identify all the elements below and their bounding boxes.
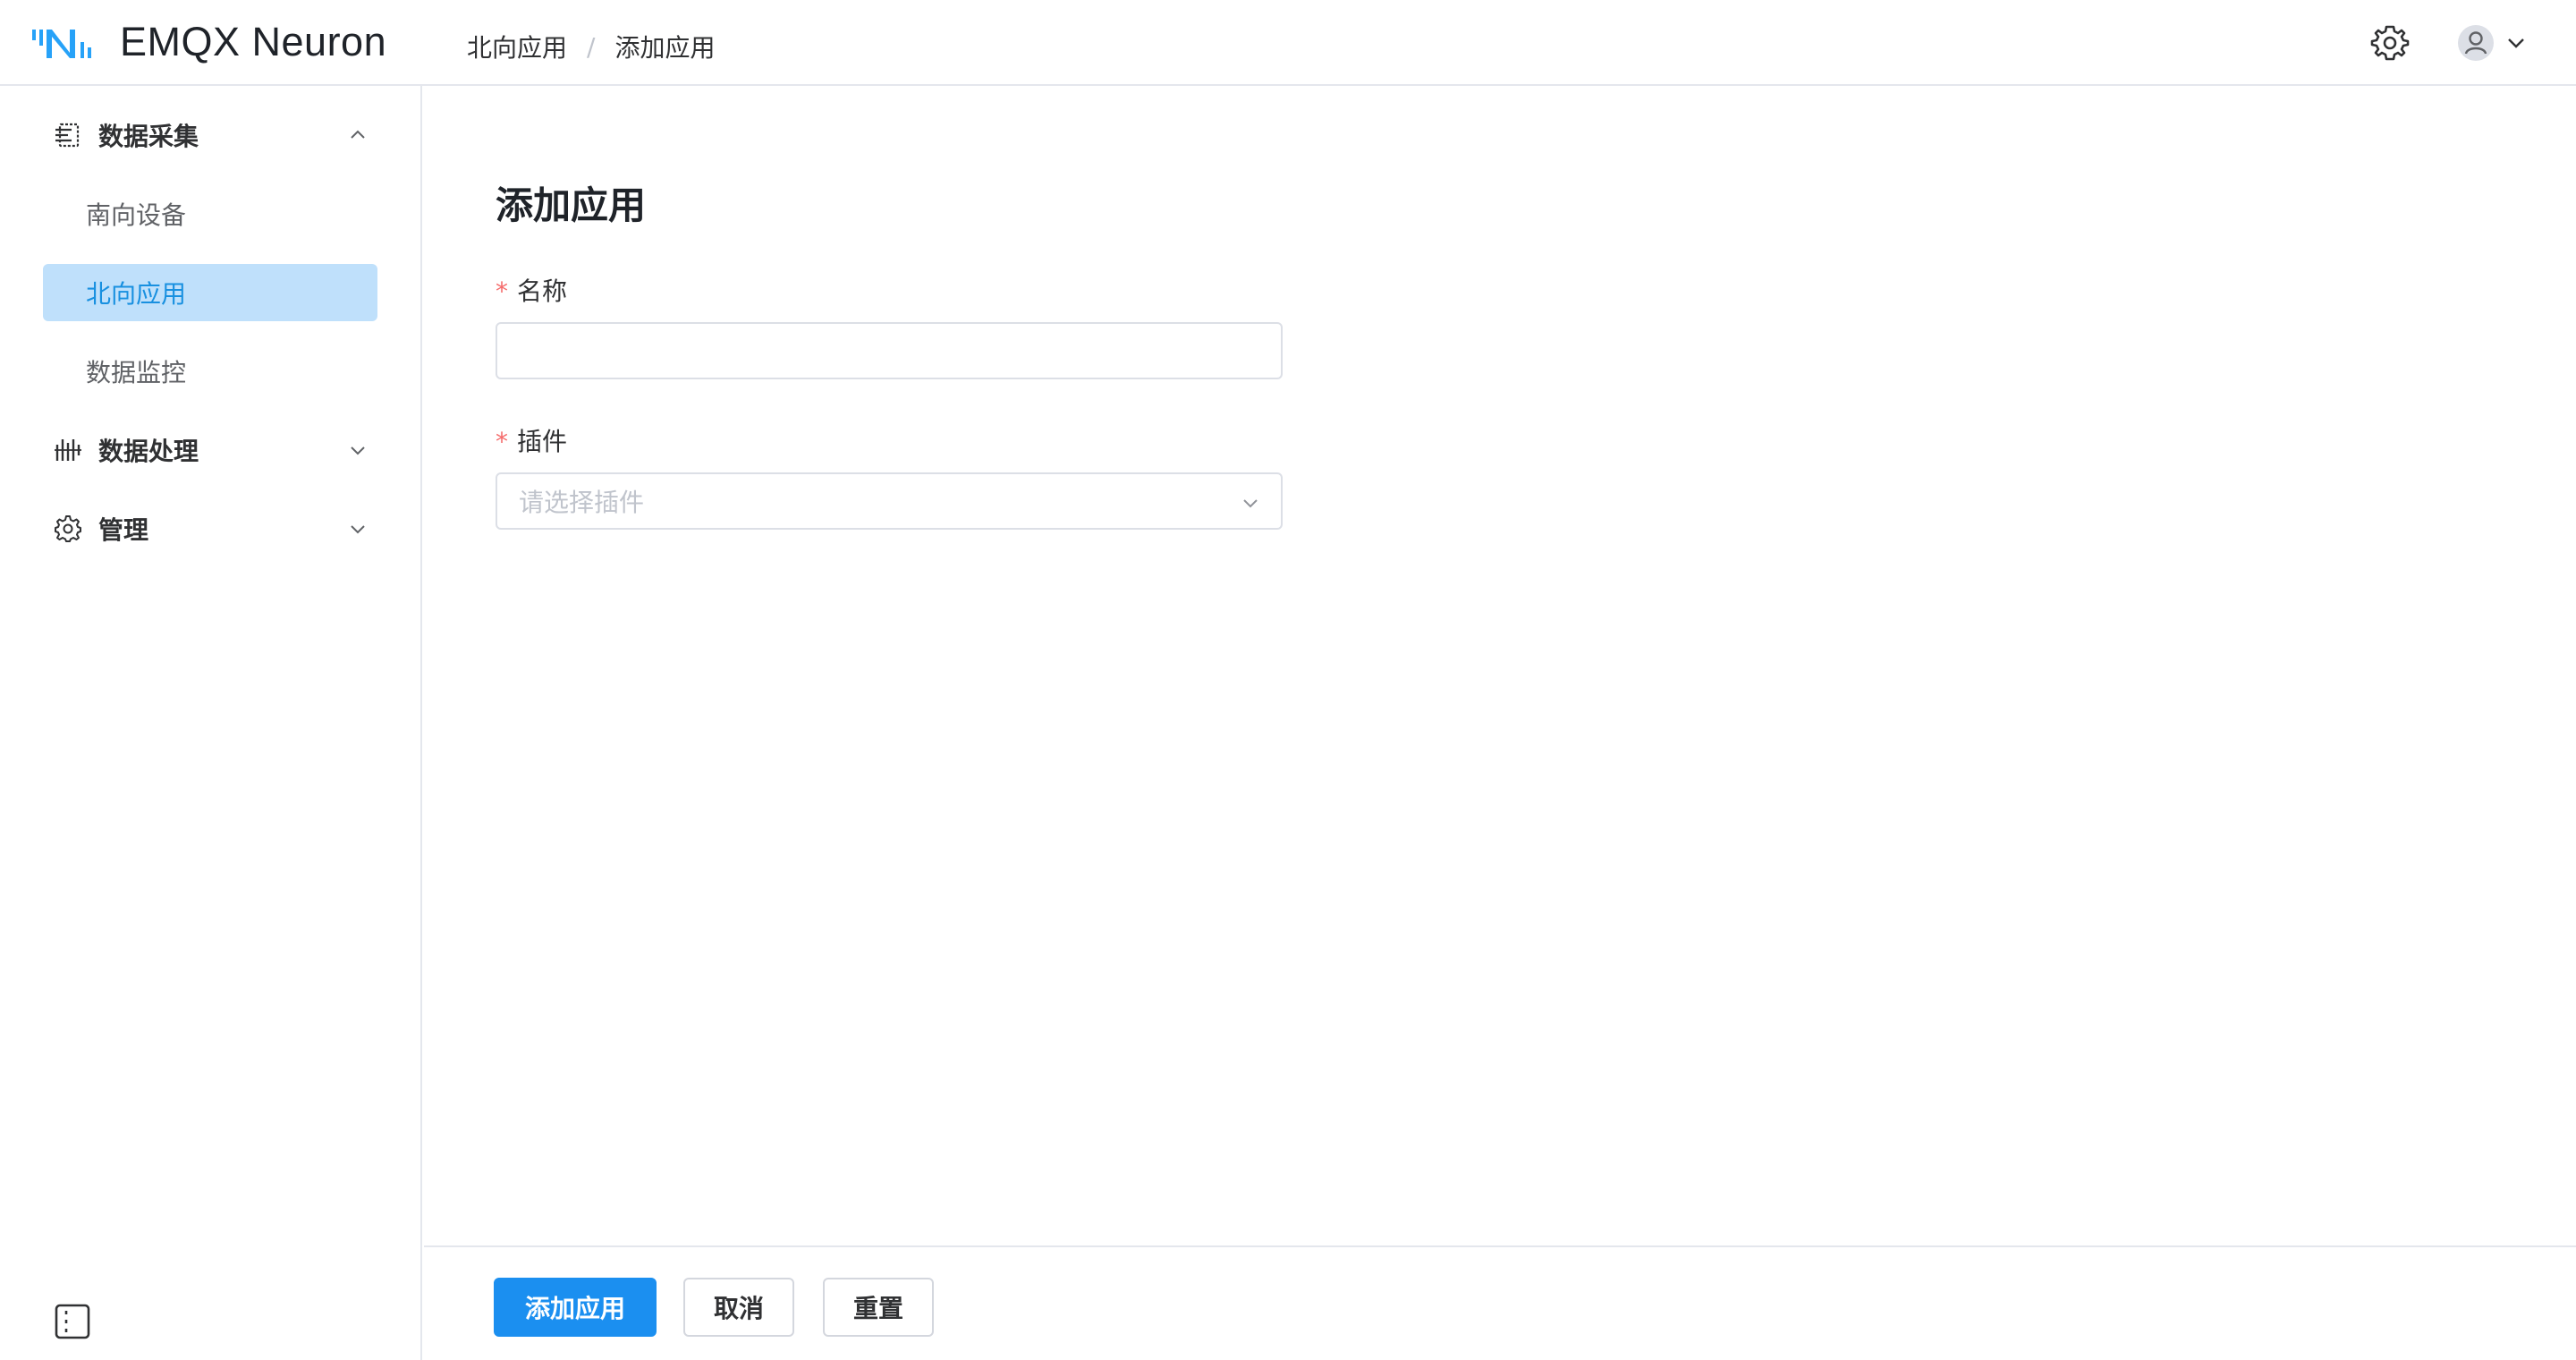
data-collection-icon — [55, 123, 80, 148]
gear-icon[interactable] — [2370, 23, 2410, 63]
form-footer: 添加应用 取消 重置 — [424, 1245, 2576, 1360]
sidebar-item-data-monitoring[interactable]: 数据监控 — [43, 343, 377, 400]
plugin-field-label: * 插件 — [496, 422, 567, 458]
sidebar-group-data-processing[interactable]: 数据处理 — [43, 421, 379, 479]
breadcrumb-separator: / — [587, 31, 596, 62]
data-processing-icon — [55, 439, 81, 461]
reset-button[interactable]: 重置 — [823, 1278, 934, 1337]
sidebar-group-label: 数据采集 — [98, 122, 199, 151]
name-field-label: * 名称 — [496, 272, 567, 308]
sidebar-item-label: 北向应用 — [86, 279, 187, 309]
sidebar-item-label: 数据监控 — [86, 358, 187, 387]
sidebar-group-label: 数据处理 — [98, 437, 199, 466]
breadcrumb-current: 添加应用 — [614, 33, 716, 63]
top-header: EMQX Neuron 北向应用 / 添加应用 — [0, 0, 2576, 86]
name-input[interactable] — [497, 324, 1281, 378]
sidebar-group-data-collection[interactable]: 数据采集 — [43, 106, 379, 164]
sidebar-collapse-icon[interactable] — [54, 1303, 91, 1340]
gear-icon — [55, 515, 81, 542]
sidebar-item-label: 南向设备 — [86, 200, 187, 230]
sidebar: 数据采集 南向设备 北向应用 数据监控 数据处理 管理 — [0, 86, 422, 1360]
cancel-button[interactable]: 取消 — [683, 1278, 794, 1337]
plugin-select[interactable]: 请选择插件 — [496, 472, 1283, 530]
sidebar-group-management[interactable]: 管理 — [43, 500, 379, 557]
sidebar-item-northbound-apps[interactable]: 北向应用 — [43, 264, 377, 321]
app-title: EMQX Neuron — [120, 19, 387, 64]
chevron-up-icon — [351, 130, 365, 139]
main-content: 添加应用 * 名称 * 插件 请选择插件 — [424, 86, 2576, 1360]
page-title: 添加应用 — [496, 183, 647, 227]
chevron-down-icon — [2508, 38, 2524, 48]
chevron-down-icon — [351, 525, 365, 534]
name-input-wrapper — [496, 322, 1283, 379]
app-logo[interactable]: EMQX Neuron — [30, 19, 387, 64]
chevron-down-icon — [1243, 499, 1258, 508]
neuron-logo-icon — [32, 30, 91, 58]
user-avatar-icon — [2458, 25, 2494, 61]
breadcrumb: 北向应用 / 添加应用 — [467, 27, 715, 66]
name-label-text: 名称 — [517, 276, 568, 306]
user-menu[interactable] — [2458, 23, 2528, 63]
breadcrumb-parent-link[interactable]: 北向应用 — [467, 29, 567, 64]
required-mark: * — [496, 427, 508, 456]
plugin-select-placeholder: 请选择插件 — [519, 488, 645, 517]
chevron-down-icon — [351, 446, 365, 455]
sidebar-item-southbound-devices[interactable]: 南向设备 — [43, 185, 377, 242]
required-mark: * — [496, 276, 508, 306]
sidebar-group-label: 管理 — [98, 515, 149, 545]
plugin-label-text: 插件 — [517, 427, 568, 456]
submit-add-app-button[interactable]: 添加应用 — [494, 1278, 657, 1337]
